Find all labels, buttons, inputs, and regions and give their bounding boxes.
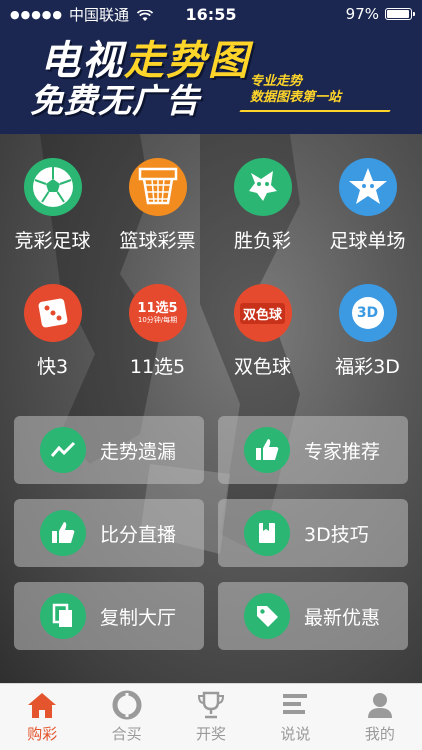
basketball-hoop-icon xyxy=(128,158,187,216)
latest-offers-button[interactable]: 最新优惠 xyxy=(218,582,408,650)
tag-icon xyxy=(244,593,290,639)
lottery-11x5-icon: 11选5 10分钟/每期 xyxy=(128,284,187,342)
category-jingcai-football[interactable]: 竞彩足球 xyxy=(0,158,105,253)
trophy-icon xyxy=(169,690,253,720)
like-hand-icon xyxy=(40,510,86,556)
win-lose-lottery-icon xyxy=(233,158,292,216)
main-content: 竞彩足球 篮球彩票 胜负彩 足球单场 快3 11选5 10分钟/每期 11选5 xyxy=(0,134,422,683)
person-icon xyxy=(338,690,422,720)
banner-underline xyxy=(239,110,391,112)
tab-group-buy[interactable]: 合买 xyxy=(84,684,168,750)
status-bar: ●●●●● 中国联通 16:55 97% xyxy=(0,0,422,28)
signal-strength: ●●●●● xyxy=(10,7,63,21)
category-label: 篮球彩票 xyxy=(119,230,196,252)
book-icon xyxy=(244,510,290,556)
double-color-ball-icon: 双色球 xyxy=(233,284,292,342)
category-double-color-ball[interactable]: 双色球 双色球 xyxy=(210,284,315,379)
group-buy-icon xyxy=(84,690,168,720)
category-label: 福彩3D xyxy=(335,356,400,378)
tab-label: 我的 xyxy=(364,725,395,743)
bottom-tab-bar: 购彩 合买 开奖 说说 我的 xyxy=(0,683,422,750)
carrier-name: 中国联通 xyxy=(69,5,130,24)
fucai-3d-icon: 3D xyxy=(338,284,397,342)
promo-banner[interactable]: 电视走势图 免费无广告 专业走势 数据图表第一站 xyxy=(0,28,422,134)
category-basketball[interactable]: 篮球彩票 xyxy=(105,158,210,253)
banner-tagline: 专业走势 数据图表第一站 xyxy=(250,74,342,105)
dice-k3-icon xyxy=(23,284,82,342)
home-icon xyxy=(0,690,84,720)
button-label: 专家推荐 xyxy=(304,440,381,463)
battery-percent: 97% xyxy=(345,5,379,23)
tab-label: 合买 xyxy=(111,725,142,743)
category-label: 足球单场 xyxy=(329,230,406,252)
trend-missing-button[interactable]: 走势遗漏 xyxy=(14,416,204,484)
tab-label: 购彩 xyxy=(27,725,58,743)
banner-subtitle: 免费无广告 xyxy=(30,81,200,120)
chat-icon xyxy=(253,690,337,720)
button-label: 复制大厅 xyxy=(100,606,177,629)
category-label: 11选5 xyxy=(129,356,186,378)
category-label: 胜负彩 xyxy=(233,230,291,252)
thumbs-up-icon xyxy=(244,427,290,473)
tab-draw-results[interactable]: 开奖 xyxy=(169,684,253,750)
button-label: 走势遗漏 xyxy=(100,440,177,463)
category-k3[interactable]: 快3 xyxy=(0,284,105,379)
expert-recommend-button[interactable]: 专家推荐 xyxy=(218,416,408,484)
category-11x5[interactable]: 11选5 10分钟/每期 11选5 xyxy=(105,284,210,379)
category-label: 双色球 xyxy=(233,356,291,378)
tab-label: 说说 xyxy=(280,725,311,743)
trend-line-icon xyxy=(40,427,86,473)
copy-icon xyxy=(40,593,86,639)
star-mascot-icon xyxy=(338,158,397,216)
button-label: 最新优惠 xyxy=(304,606,381,629)
tab-talk[interactable]: 说说 xyxy=(253,684,337,750)
tab-buy-lottery[interactable]: 购彩 xyxy=(0,684,84,750)
battery-icon xyxy=(385,8,415,20)
tab-label: 开奖 xyxy=(196,725,227,743)
category-football-single[interactable]: 足球单场 xyxy=(315,158,420,253)
category-win-lose[interactable]: 胜负彩 xyxy=(210,158,315,253)
button-label: 3D技巧 xyxy=(304,523,369,546)
3d-tips-button[interactable]: 3D技巧 xyxy=(218,499,408,567)
wifi-icon xyxy=(136,8,154,21)
copy-hall-button[interactable]: 复制大厅 xyxy=(14,582,204,650)
category-label: 竞彩足球 xyxy=(14,230,91,252)
category-label: 快3 xyxy=(36,356,69,378)
tab-mine[interactable]: 我的 xyxy=(338,684,422,750)
button-label: 比分直播 xyxy=(100,523,177,546)
soccer-ball-icon xyxy=(23,158,82,216)
live-score-button[interactable]: 比分直播 xyxy=(14,499,204,567)
category-fucai-3d[interactable]: 3D 福彩3D xyxy=(315,284,420,379)
